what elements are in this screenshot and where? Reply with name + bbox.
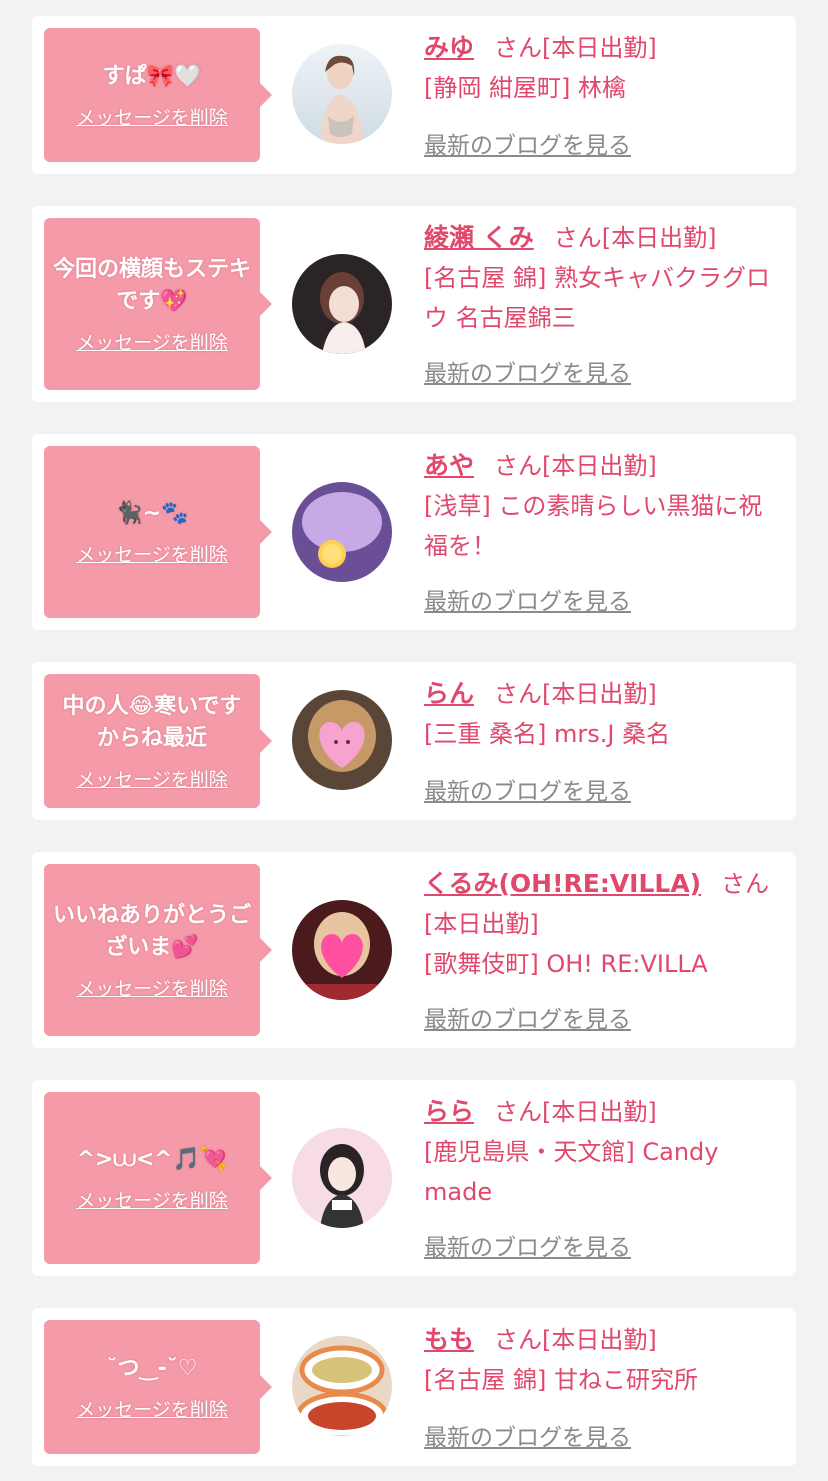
shop-info: [名古屋 錦] 熟女キャバクラグロウ 名古屋錦三 [424, 264, 770, 332]
latest-blog-link[interactable]: 最新のブログを見る [424, 772, 631, 806]
delete-message-link[interactable]: メッセージを削除 [76, 974, 228, 1001]
cast-info: もも さん[本日出勤] [名古屋 錦] 甘ねこ研究所 [424, 1320, 786, 1400]
message-card: いいねありがとうございま💕 メッセージを削除 くるみ(OH!RE:VILLA) さ… [32, 852, 796, 1048]
delete-message-link[interactable]: メッセージを削除 [76, 103, 228, 130]
work-status: [本日出勤] [542, 1098, 657, 1126]
avatar[interactable] [292, 482, 392, 582]
message-card: ˘つ‿-˘♡ メッセージを削除 もも さん[本日出勤] [名古屋 錦] 甘ねこ研究… [32, 1308, 796, 1466]
avatar[interactable] [292, 1336, 392, 1436]
message-text: ^>⩊<^🎵💘 [76, 1146, 228, 1172]
shop-info: [歌舞伎町] OH! RE:VILLA [424, 950, 708, 978]
avatar[interactable] [292, 44, 392, 144]
cast-info: らん さん[本日出勤] [三重 桑名] mrs.J 桑名 [424, 674, 786, 754]
honorific: さん [494, 1098, 543, 1126]
avatar[interactable] [292, 1128, 392, 1228]
latest-blog-link[interactable]: 最新のブログを見る [424, 1000, 631, 1034]
honorific: さん [721, 870, 770, 898]
cast-name-link[interactable]: あや [424, 451, 474, 480]
latest-blog-link[interactable]: 最新のブログを見る [424, 582, 631, 616]
message-bubble: いいねありがとうございま💕 メッセージを削除 [44, 864, 272, 1036]
work-status: [本日出勤] [424, 910, 539, 938]
message-text: いいねありがとうございま💕 [52, 902, 251, 960]
delete-message-link[interactable]: メッセージを削除 [76, 328, 228, 355]
avatar[interactable] [292, 900, 392, 1000]
message-text: ˘つ‿-˘♡ [106, 1355, 198, 1381]
shop-info: [三重 桑名] mrs.J 桑名 [424, 720, 671, 748]
message-bubble: ^>⩊<^🎵💘 メッセージを削除 [44, 1092, 272, 1264]
cast-name-link[interactable]: くるみ(OH!RE:VILLA) [424, 869, 701, 898]
honorific: さん [553, 224, 602, 252]
message-card: ^>⩊<^🎵💘 メッセージを削除 らら さん[本日出勤] [鹿児島県・天文館] C… [32, 1080, 796, 1276]
delete-message-link[interactable]: メッセージを削除 [76, 1395, 228, 1422]
delete-message-link[interactable]: メッセージを削除 [76, 1186, 228, 1213]
cast-name-link[interactable]: もも [424, 1325, 474, 1354]
work-status: [本日出勤] [542, 680, 657, 708]
cast-name-link[interactable]: 綾瀬 くみ [424, 223, 534, 252]
cast-name-link[interactable]: らら [424, 1097, 474, 1126]
avatar[interactable] [292, 690, 392, 790]
latest-blog-link[interactable]: 最新のブログを見る [424, 126, 631, 160]
work-status: [本日出勤] [542, 34, 657, 62]
cast-info: くるみ(OH!RE:VILLA) さん [本日出勤] [歌舞伎町] OH! RE:V… [424, 864, 786, 984]
cast-info: あや さん[本日出勤] [浅草] この素晴らしい黒猫に祝福を！ [424, 446, 786, 566]
honorific: さん [494, 452, 543, 480]
work-status: [本日出勤] [601, 224, 717, 252]
message-card: 中の人😂寒いですからね最近 メッセージを削除 らん さん[本日出勤] [三重 桑名… [32, 662, 796, 820]
cast-name-link[interactable]: みゆ [424, 33, 474, 62]
shop-info: [浅草] この素晴らしい黒猫に祝福を！ [424, 492, 763, 560]
cast-info: みゆ さん[本日出勤] [静岡 紺屋町] 林檎 [424, 28, 786, 108]
cast-info: らら さん[本日出勤] [鹿児島県・天文館] Candy made [424, 1092, 786, 1212]
honorific: さん [494, 1326, 543, 1354]
message-bubble: 中の人😂寒いですからね最近 メッセージを削除 [44, 674, 272, 808]
cast-info: 綾瀬 くみ さん[本日出勤] [名古屋 錦] 熟女キャバクラグロウ 名古屋錦三 [424, 218, 786, 338]
latest-blog-link[interactable]: 最新のブログを見る [424, 354, 631, 388]
delete-message-link[interactable]: メッセージを削除 [76, 765, 228, 792]
message-card: すぱ🎀🤍 メッセージを削除 みゆ さん[本日出勤] [静岡 紺屋町] 林檎 最新の… [32, 16, 796, 174]
shop-info: [静岡 紺屋町] 林檎 [424, 74, 626, 102]
cast-name-link[interactable]: らん [424, 679, 474, 708]
message-card: 今回の横顔もステキです💖 メッセージを削除 綾瀬 くみ さん[本日出勤] [名古屋… [32, 206, 796, 402]
message-text: 今回の横顔もステキです💖 [52, 256, 251, 314]
work-status: [本日出勤] [542, 1326, 657, 1354]
honorific: さん [494, 34, 543, 62]
work-status: [本日出勤] [542, 452, 657, 480]
shop-info: [鹿児島県・天文館] Candy made [424, 1138, 719, 1206]
message-bubble: すぱ🎀🤍 メッセージを削除 [44, 28, 272, 162]
latest-blog-link[interactable]: 最新のブログを見る [424, 1228, 631, 1262]
message-text: すぱ🎀🤍 [102, 63, 202, 89]
message-list: すぱ🎀🤍 メッセージを削除 みゆ さん[本日出勤] [静岡 紺屋町] 林檎 最新の… [0, 0, 828, 1481]
message-bubble: ˘つ‿-˘♡ メッセージを削除 [44, 1320, 272, 1454]
latest-blog-link[interactable]: 最新のブログを見る [424, 1418, 631, 1452]
delete-message-link[interactable]: メッセージを削除 [76, 540, 228, 567]
message-text: 🐈‍⬛~🐾 [115, 500, 189, 526]
honorific: さん [494, 680, 543, 708]
avatar[interactable] [292, 254, 392, 354]
message-card: 🐈‍⬛~🐾 メッセージを削除 あや さん[本日出勤] [浅草] この素晴らしい黒猫… [32, 434, 796, 630]
message-bubble: 今回の横顔もステキです💖 メッセージを削除 [44, 218, 272, 390]
shop-info: [名古屋 錦] 甘ねこ研究所 [424, 1366, 698, 1394]
message-bubble: 🐈‍⬛~🐾 メッセージを削除 [44, 446, 272, 618]
message-text: 中の人😂寒いですからね最近 [62, 693, 242, 751]
